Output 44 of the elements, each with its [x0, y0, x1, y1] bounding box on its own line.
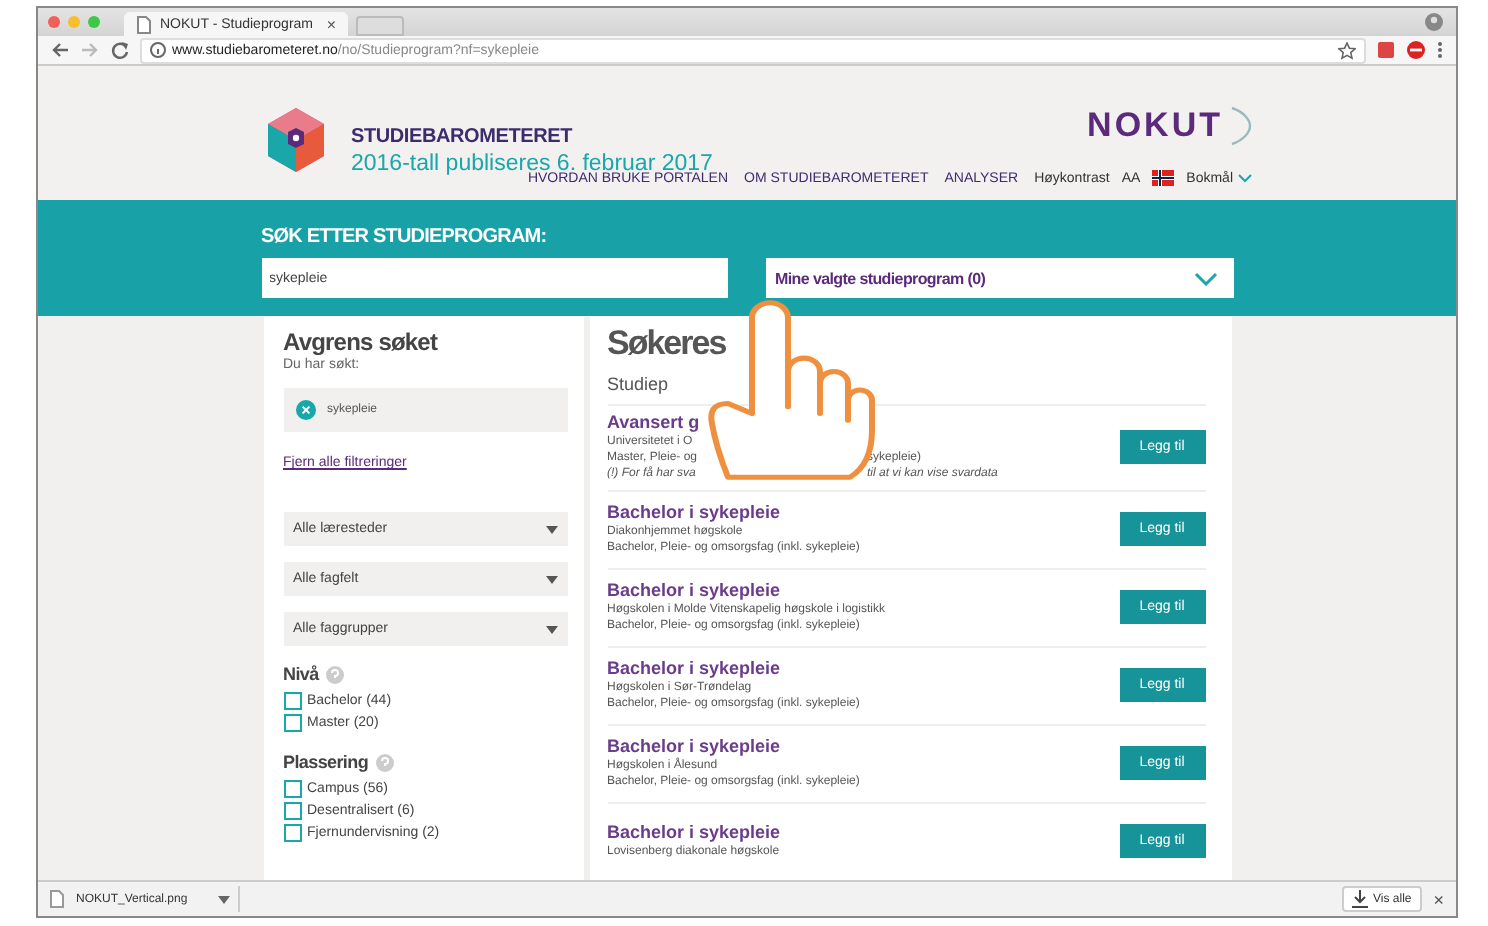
- star-icon[interactable]: [1338, 41, 1356, 59]
- forward-icon[interactable]: [80, 40, 100, 60]
- chevron-down-icon: [1193, 271, 1217, 285]
- reload-icon[interactable]: [110, 40, 130, 60]
- results-heading: Søkeres: [607, 324, 726, 364]
- help-icon[interactable]: [376, 753, 395, 771]
- close-button[interactable]: ×: [1433, 889, 1444, 909]
- caret-down-icon: [545, 625, 557, 633]
- extension-icon[interactable]: [1376, 40, 1396, 60]
- chevron-down-icon: [1237, 173, 1251, 183]
- caret-down-icon: [218, 895, 230, 903]
- help-icon[interactable]: [326, 665, 345, 683]
- filter-group-title: Plassering: [283, 752, 369, 772]
- selected-programs-dropdown[interactable]: Mine valgte studieprogram (0): [765, 258, 1233, 298]
- program-title-link[interactable]: Bachelor i sykepleie: [607, 736, 781, 758]
- checkbox[interactable]: [283, 824, 301, 842]
- checkbox[interactable]: [283, 692, 301, 710]
- logo-mark-icon: [1227, 106, 1251, 146]
- filter-title: Avgrens søket: [283, 328, 440, 356]
- program-title-link[interactable]: Bachelor i sykepleie: [607, 580, 781, 602]
- cube-logo-icon: [263, 106, 327, 174]
- checkbox[interactable]: [283, 780, 301, 798]
- download-icon: [1351, 890, 1367, 908]
- caret-down-icon: [545, 575, 557, 583]
- stop-sign-icon[interactable]: [1406, 40, 1426, 60]
- nokut-logo: NOKUT: [1087, 106, 1251, 146]
- caret-down-icon: [545, 525, 557, 533]
- program-title-link[interactable]: Bachelor i sykepleie: [607, 502, 781, 524]
- back-icon[interactable]: [50, 40, 70, 60]
- flag-icon: [1152, 170, 1175, 186]
- remove-icon[interactable]: [295, 400, 315, 420]
- program-title-link[interactable]: Avansert g: [607, 412, 700, 434]
- search-heading: SØK ETTER STUDIEPROGRAM:: [261, 226, 549, 248]
- program-title-link[interactable]: Bachelor i sykepleie: [607, 822, 781, 844]
- checkbox[interactable]: [283, 802, 301, 820]
- checkbox[interactable]: [283, 714, 301, 732]
- close-tab-button[interactable]: ×: [326, 15, 336, 33]
- program-title-link[interactable]: Bachelor i sykepleie: [607, 658, 781, 680]
- brand-name: STUDIEBAROMETERET: [351, 126, 575, 148]
- filter-group-title: Nivå: [283, 664, 319, 684]
- file-icon: [50, 890, 64, 908]
- menu-icon[interactable]: [1436, 40, 1444, 60]
- info-icon: [150, 42, 166, 58]
- account-icon[interactable]: [1424, 12, 1444, 32]
